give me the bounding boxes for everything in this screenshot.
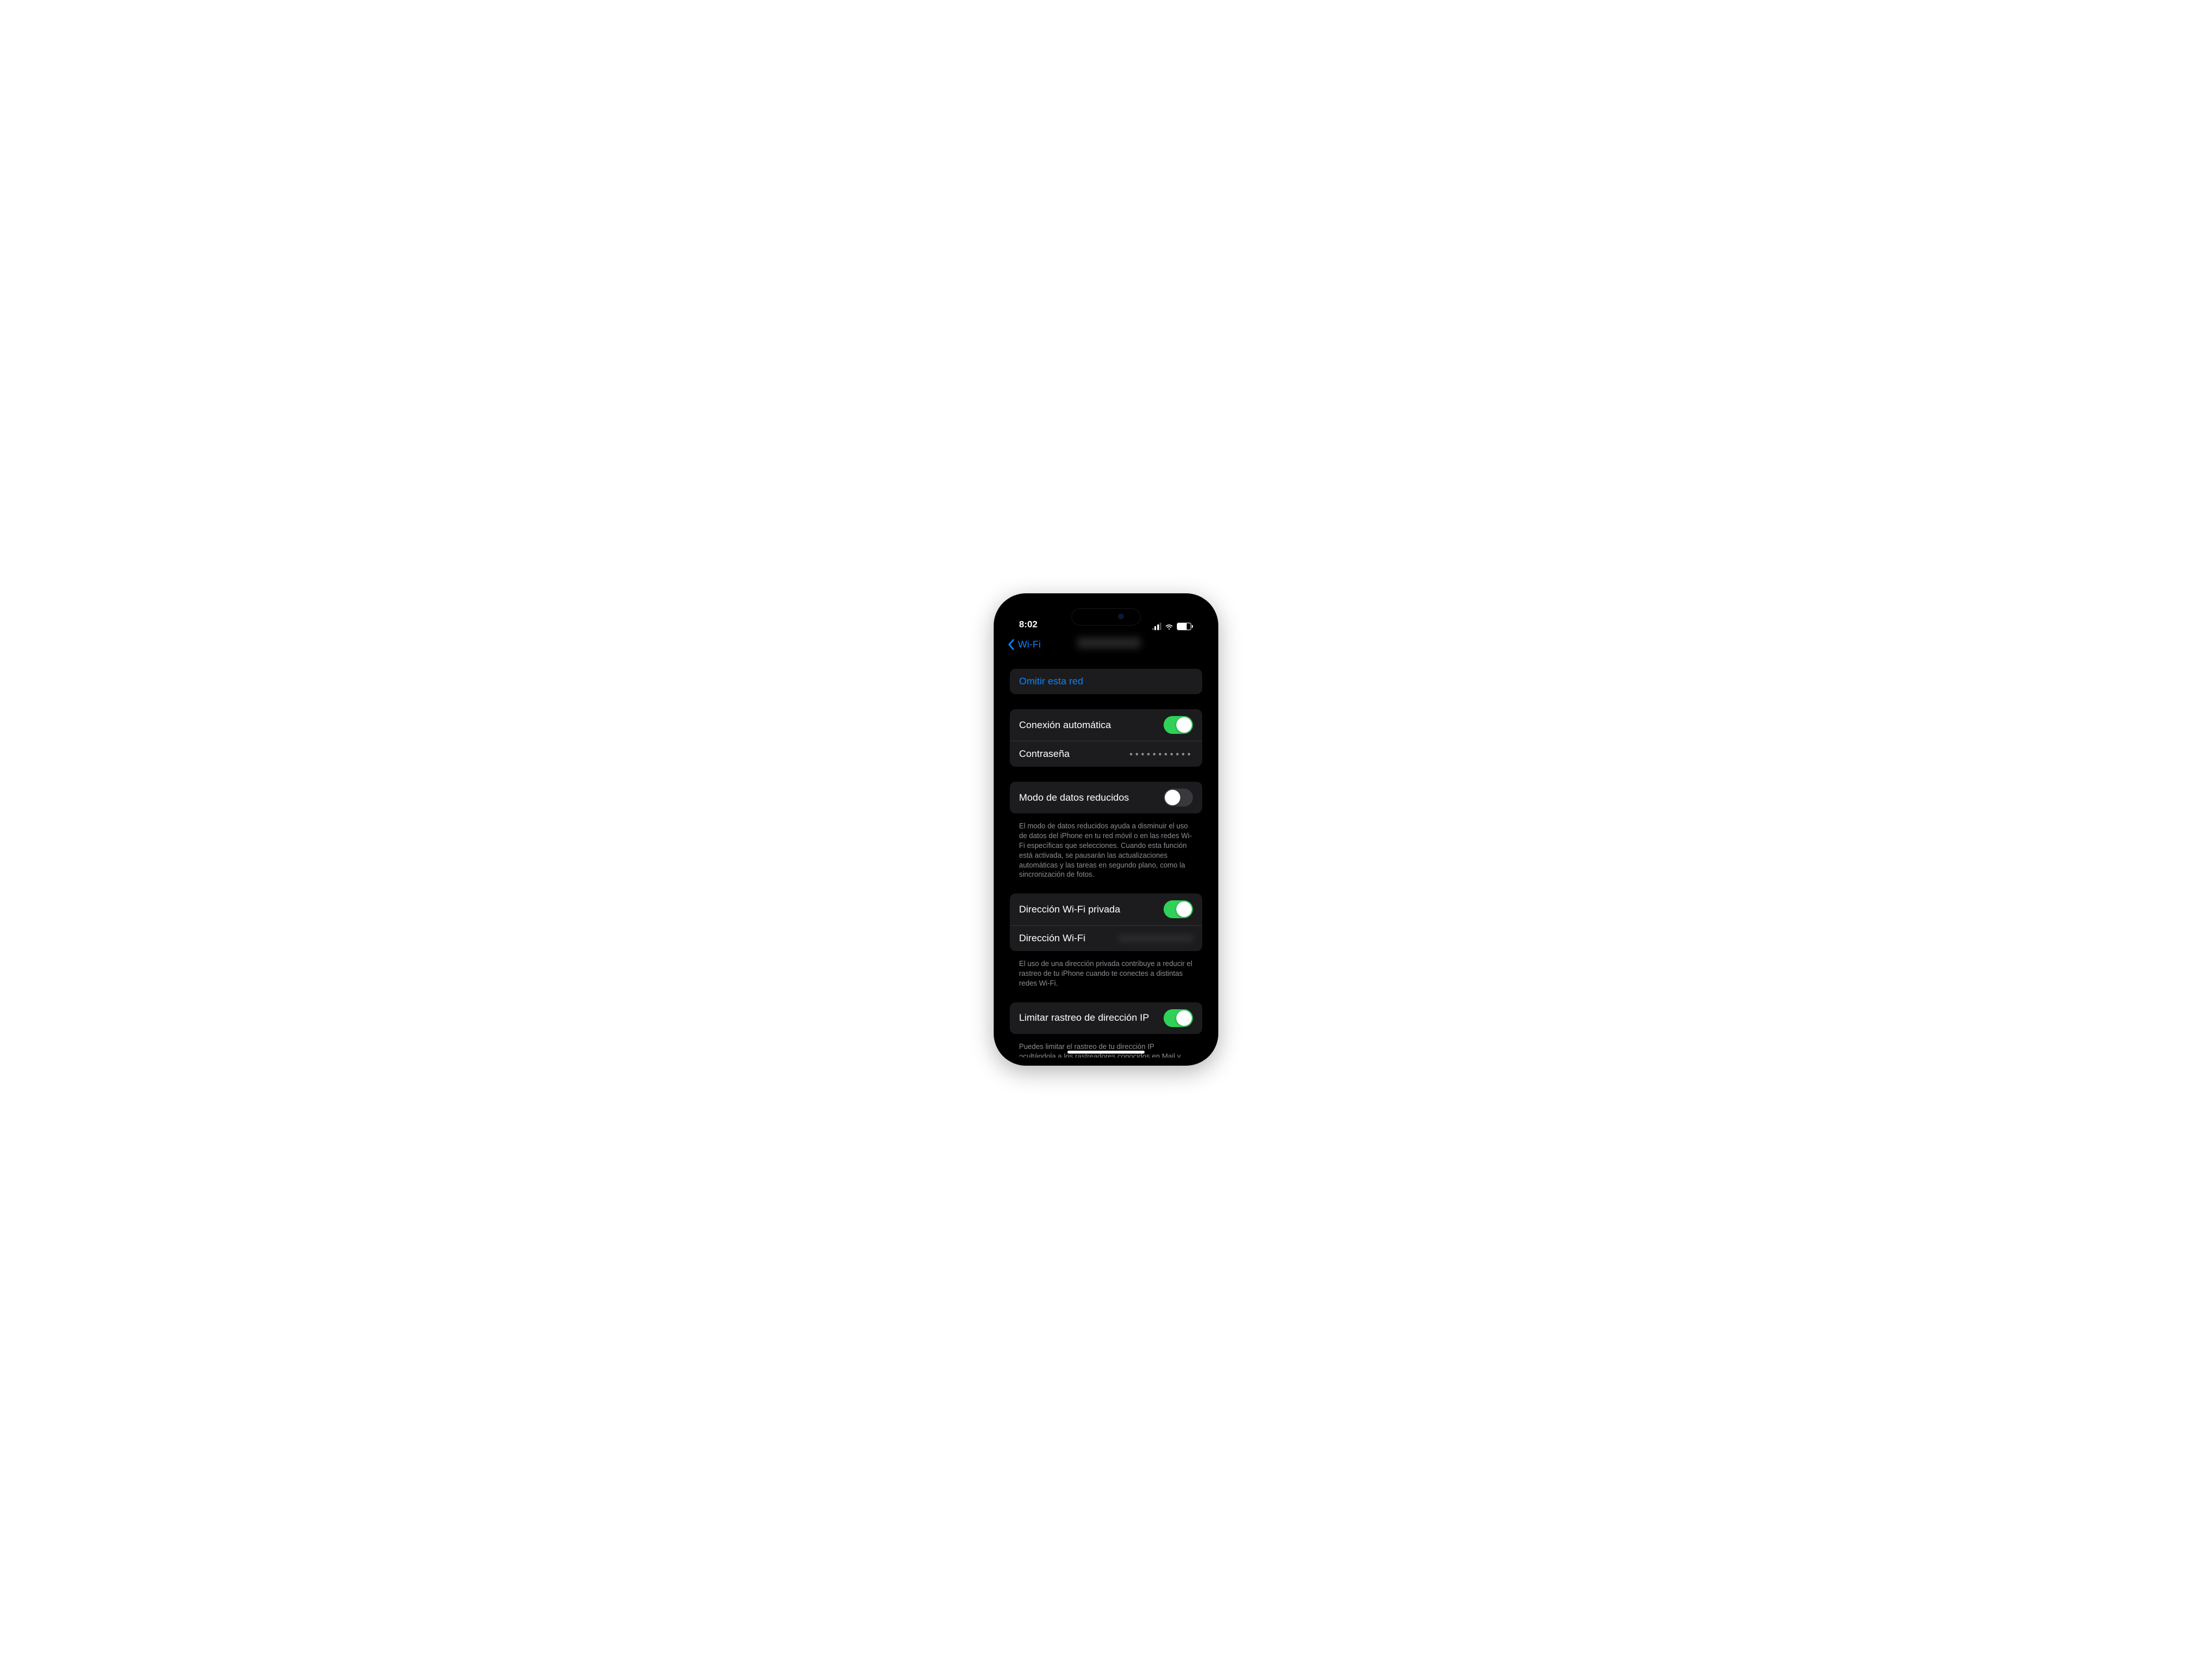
battery-icon: 70	[1177, 623, 1193, 630]
nav-bar: Wi-Fi	[1002, 632, 1210, 657]
private-address-group: Dirección Wi-Fi privada Dirección Wi-Fi	[1010, 893, 1202, 951]
back-label: Wi-Fi	[1018, 639, 1041, 650]
low-data-label: Modo de datos reducidos	[1019, 792, 1129, 804]
chevron-left-icon	[1007, 638, 1018, 652]
auto-join-row: Conexión automática	[1010, 709, 1202, 741]
wifi-address-label: Dirección Wi-Fi	[1019, 933, 1085, 944]
settings-content: Omitir esta red Conexión automática Cont…	[1002, 657, 1210, 1058]
screen: 8:02 70	[1002, 601, 1210, 1058]
network-name-blurred	[1077, 637, 1141, 649]
private-address-row: Dirección Wi-Fi privada	[1010, 893, 1202, 925]
low-data-group: Modo de datos reducidos	[1010, 782, 1202, 813]
front-camera	[1118, 613, 1124, 619]
forget-label: Omitir esta red	[1019, 676, 1083, 687]
wifi-icon	[1164, 623, 1174, 630]
low-data-toggle[interactable]	[1164, 789, 1193, 806]
wifi-address-row[interactable]: Dirección Wi-Fi	[1010, 925, 1202, 951]
private-address-label: Dirección Wi-Fi privada	[1019, 904, 1120, 915]
phone-inner: 8:02 70	[1002, 601, 1210, 1058]
home-indicator[interactable]	[1067, 1051, 1145, 1054]
low-data-footer: El modo de datos reducidos ayuda a dismi…	[1010, 818, 1202, 893]
auto-join-label: Conexión automática	[1019, 719, 1111, 731]
nav-title	[1042, 637, 1205, 652]
forget-group: Omitir esta red	[1010, 669, 1202, 694]
limit-ip-toggle[interactable]	[1164, 1009, 1193, 1027]
private-address-footer: El uso de una dirección privada contribu…	[1010, 956, 1202, 1002]
private-address-toggle[interactable]	[1164, 900, 1193, 918]
password-masked: ●●●●●●●●●●●	[1130, 751, 1193, 757]
limit-ip-label: Limitar rastreo de dirección IP	[1019, 1012, 1149, 1024]
limit-ip-group: Limitar rastreo de dirección IP	[1010, 1002, 1202, 1034]
battery-percent: 70	[1181, 624, 1187, 630]
password-row[interactable]: Contraseña ●●●●●●●●●●●	[1010, 741, 1202, 767]
limit-ip-footer: Puedes limitar el rastreo de tu direcció…	[1010, 1039, 1202, 1058]
auto-join-toggle[interactable]	[1164, 716, 1193, 734]
wifi-address-blurred	[1118, 934, 1193, 942]
phone-frame: 8:02 70	[994, 593, 1218, 1066]
limit-ip-row: Limitar rastreo de dirección IP	[1010, 1002, 1202, 1034]
low-data-row: Modo de datos reducidos	[1010, 782, 1202, 813]
forget-network-button[interactable]: Omitir esta red	[1010, 669, 1202, 694]
connection-group: Conexión automática Contraseña ●●●●●●●●●…	[1010, 709, 1202, 767]
status-time: 8:02	[1019, 620, 1037, 630]
password-label: Contraseña	[1019, 748, 1070, 760]
back-button[interactable]: Wi-Fi	[1007, 638, 1041, 652]
status-right: 70	[1152, 623, 1194, 630]
dynamic-island	[1071, 608, 1141, 626]
cellular-signal-icon	[1152, 623, 1162, 630]
